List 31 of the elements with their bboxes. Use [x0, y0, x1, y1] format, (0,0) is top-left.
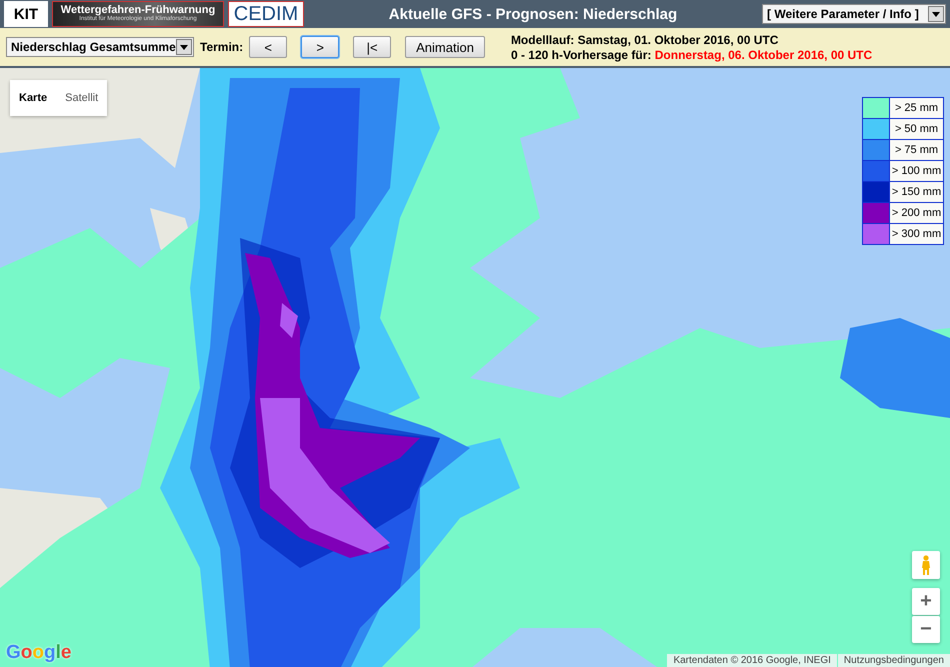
zoom-out-button[interactable]: − [912, 616, 940, 643]
logo-text: CEDIM [234, 4, 298, 24]
map-type-tab[interactable]: Karte [10, 80, 56, 116]
logo-text: Wettergefahren-Frühwarnung [60, 5, 216, 16]
map-type-tab[interactable]: Satellit [56, 80, 108, 116]
parameter-dropdown[interactable]: Niederschlag Gesamtsumme [6, 37, 194, 57]
step-button[interactable]: > [301, 36, 340, 58]
legend-label: > 150 mm [890, 182, 943, 202]
step-button[interactable]: < [249, 36, 288, 58]
parameter-menu-dropdown[interactable]: [ Weitere Parameter / Info ] [762, 4, 946, 24]
forecast-text: 0 - 120 h-Vorhersage für: Donnerstag, 06. Oktober 2016, 00 UTC [510, 48, 872, 62]
legend-label: > 75 mm [890, 140, 943, 160]
legend-label: > 50 mm [890, 119, 943, 139]
step-button[interactable]: |< [353, 36, 392, 58]
logo-text: KIT [14, 6, 38, 22]
legend-label: > 200 mm [890, 203, 943, 223]
zoom-in-button[interactable]: + [912, 588, 940, 615]
page-title: Aktuelle GFS - Prognosen: Niederschlag [388, 6, 678, 22]
caret-icon [928, 6, 944, 22]
model-run-text: Modelllauf: Samstag, 01. Oktober 2016, 00 UTC [510, 32, 780, 46]
street-view-button[interactable] [912, 551, 940, 579]
attribution-text: Kartendaten © 2016 Google, INEGI [667, 654, 837, 667]
caret-icon [176, 39, 192, 55]
animation-button[interactable]: Animation [405, 36, 485, 58]
google-logo: Google [6, 642, 72, 664]
legend-label: > 25 mm [890, 98, 943, 118]
termin-label: Termin: [200, 40, 244, 54]
legend-label: > 300 mm [890, 224, 943, 244]
person-icon [921, 555, 931, 575]
terms-link[interactable]: Nutzungsbedingungen [838, 654, 950, 667]
legend-label: > 100 mm [890, 161, 943, 181]
